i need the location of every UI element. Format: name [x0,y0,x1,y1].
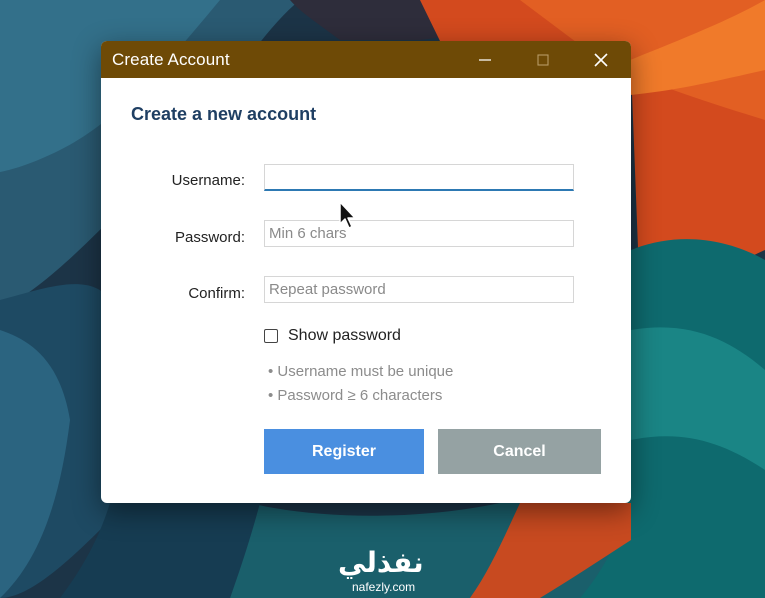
confirm-label: Confirm: [188,285,245,302]
close-icon [594,53,608,67]
password-hint: • Password ≥ 6 characters [268,387,443,404]
watermark-logo-text: نفذلي [338,546,424,579]
window-titlebar[interactable]: Create Account [101,41,631,78]
username-hint: • Username must be unique [268,363,454,380]
minimize-icon [479,59,491,61]
register-button[interactable]: Register [264,429,424,474]
show-password-checkbox[interactable] [264,329,278,343]
maximize-button[interactable] [514,41,572,78]
password-input[interactable] [264,220,574,247]
username-label: Username: [171,172,245,189]
window-title: Create Account [112,50,230,69]
watermark-site: nafezly.com [352,580,416,594]
mouse-cursor-icon [339,201,356,229]
nafezly-watermark: نفذلي nafezly.com [336,546,431,594]
username-input[interactable] [264,164,574,191]
maximize-icon [537,54,549,66]
cancel-button[interactable]: Cancel [438,429,601,474]
form-heading: Create a new account [131,104,317,124]
create-account-window: Create Account Create a new account User… [101,41,631,503]
confirm-password-input[interactable] [264,276,574,303]
minimize-button[interactable] [456,41,514,78]
password-label: Password: [174,229,245,246]
show-password-label[interactable]: Show password [288,327,401,345]
close-button[interactable] [572,41,630,78]
